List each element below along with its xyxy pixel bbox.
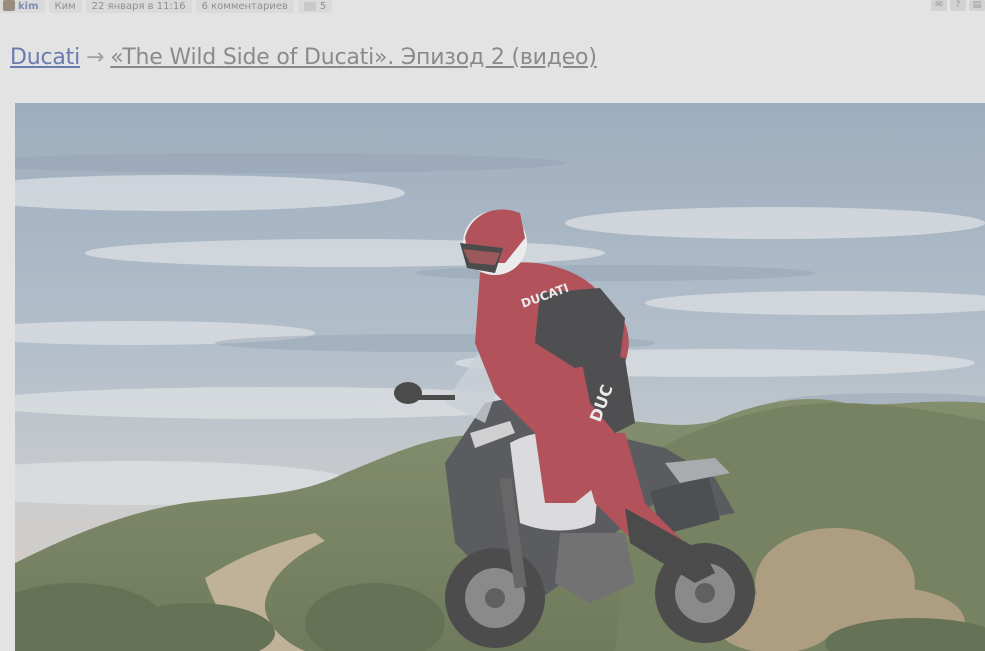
user-link[interactable]: kim: [0, 0, 45, 13]
flag-icon: [303, 2, 316, 11]
post-image: DUCATI DUC: [15, 103, 985, 651]
post-date: 22 января в 11:16: [85, 0, 192, 13]
blog-link[interactable]: Ducati: [10, 45, 80, 70]
flag-counter[interactable]: 5: [297, 0, 333, 13]
arrow-icon: →: [86, 45, 105, 70]
post-title-link[interactable]: «The Wild Side of Ducati». Эпизод 2 (вид…: [110, 45, 597, 70]
menu-icon[interactable]: ▤: [969, 0, 985, 11]
author-name[interactable]: Ким: [48, 0, 82, 13]
mail-icon[interactable]: ✉: [931, 0, 947, 11]
comments-link[interactable]: 6 комментариев: [195, 0, 294, 13]
post-meta-bar: kim Ким 22 января в 11:16 6 комментариев…: [0, 0, 985, 13]
flag-count: 5: [319, 1, 327, 12]
post-title-line: Ducati → «The Wild Side of Ducati». Эпизод…: [10, 45, 597, 70]
help-icon[interactable]: ?: [950, 0, 966, 11]
avatar: [3, 0, 15, 11]
post-tools: ✉ ? ▤: [931, 0, 985, 11]
username[interactable]: kim: [18, 0, 39, 13]
